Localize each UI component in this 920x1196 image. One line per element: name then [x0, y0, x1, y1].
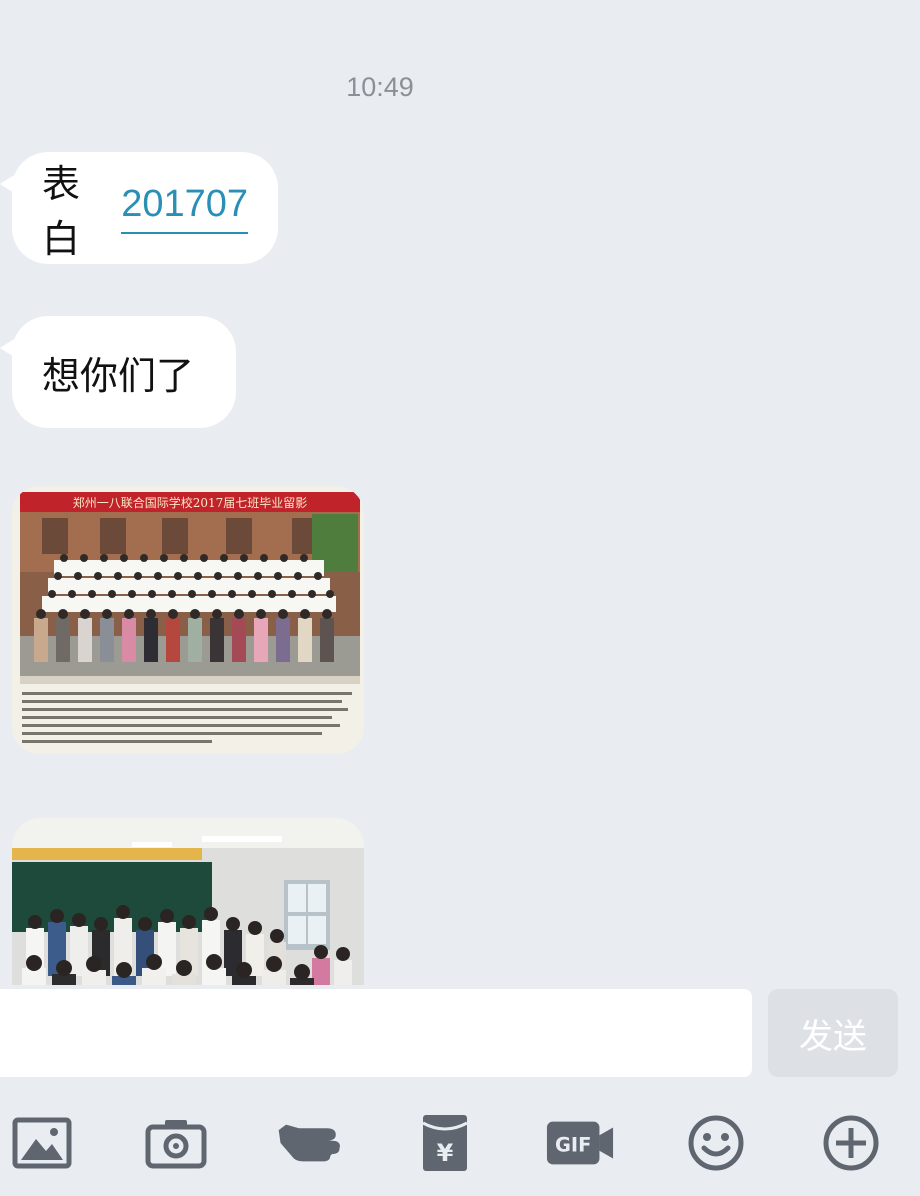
message-text: 想你们了 — [42, 353, 195, 398]
send-button[interactable]: 发送 — [768, 989, 898, 1077]
class-photo-image: 郑州一八联合国际学校2017届七班毕业留影 — [12, 486, 364, 754]
message-text: 表白 — [42, 162, 81, 261]
message-timestamp: 10:49 — [346, 72, 414, 102]
plus-icon[interactable] — [816, 1110, 886, 1176]
photo-caption: 郑州一八联合国际学校2017届七班毕业留影 — [73, 495, 308, 510]
photo-message[interactable] — [12, 818, 364, 1008]
photo-message[interactable]: 郑州一八联合国际学校2017届七班毕业留影 — [12, 486, 364, 754]
image-icon[interactable] — [7, 1110, 77, 1176]
camera-icon[interactable] — [141, 1110, 211, 1176]
message-input[interactable] — [0, 989, 752, 1077]
message-bubble[interactable]: 表白 201707 — [0, 152, 278, 264]
svg-text:GIF: GIF — [555, 1134, 591, 1157]
svg-text:¥: ¥ — [437, 1139, 454, 1167]
message-link[interactable]: 201707 — [121, 183, 248, 234]
classroom-photo-image — [12, 818, 364, 1008]
emoji-icon[interactable] — [681, 1110, 751, 1176]
red-packet-icon[interactable]: ¥ — [410, 1110, 480, 1176]
gif-icon[interactable]: GIF — [545, 1110, 615, 1176]
input-toolbar: ¥ GIF — [0, 1080, 920, 1196]
poke-hand-icon[interactable] — [275, 1110, 345, 1176]
message-composer: 发送 — [0, 985, 920, 1080]
message-bubble[interactable]: 想你们了 — [0, 316, 236, 428]
